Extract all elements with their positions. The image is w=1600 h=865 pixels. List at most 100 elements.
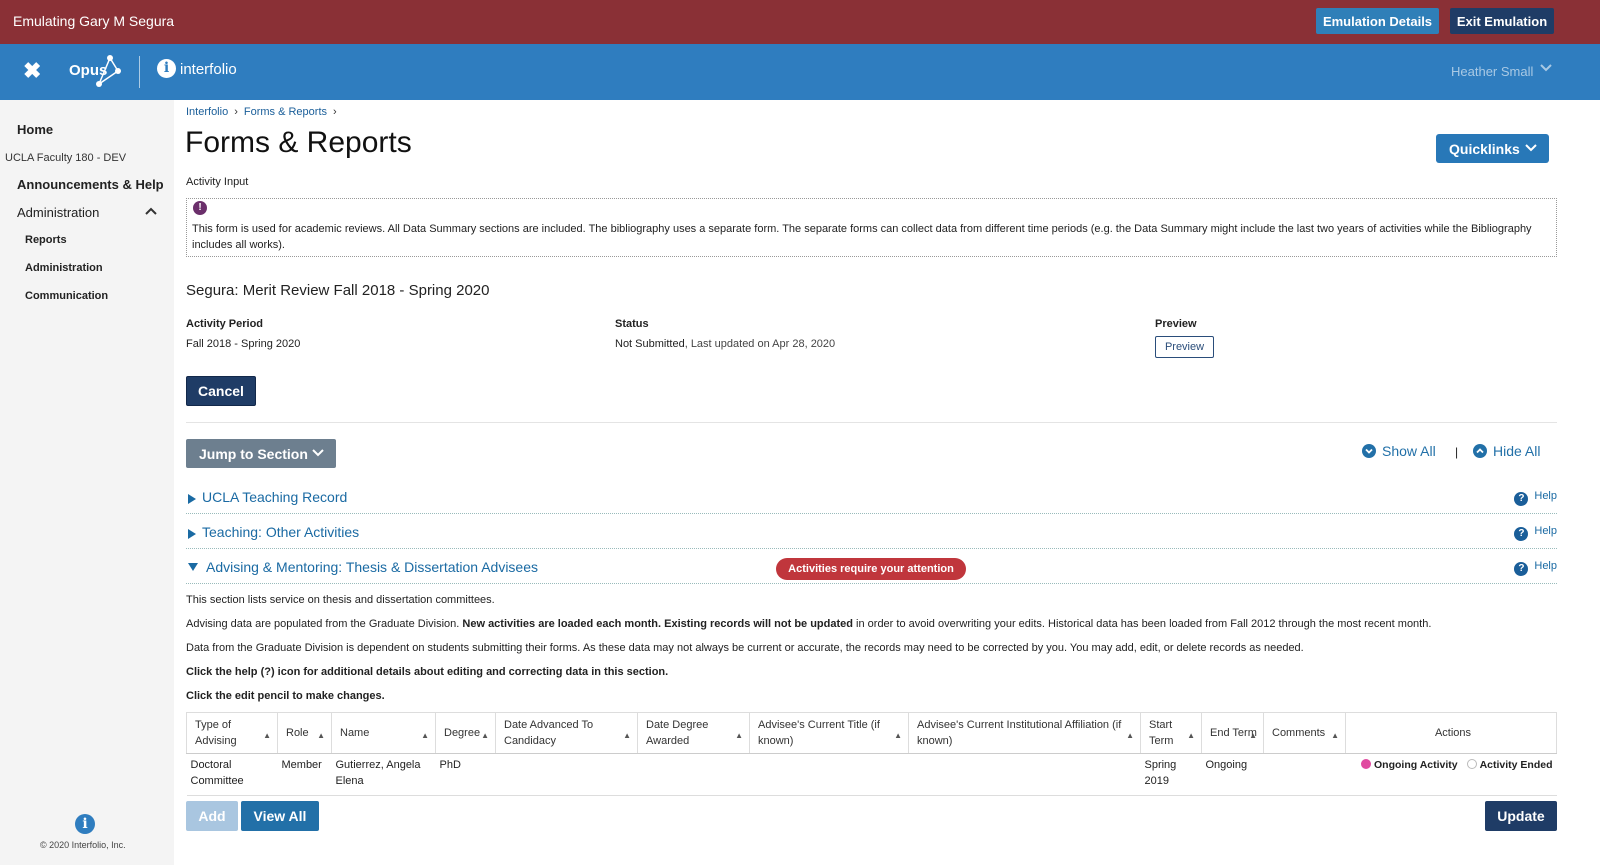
column-header-comments[interactable]: Comments ▲ bbox=[1263, 712, 1346, 754]
cell-degree: PhD bbox=[435, 753, 496, 796]
sidebar-item-administration-sub[interactable]: Administration bbox=[25, 262, 103, 274]
advising-note-a: Advising data are populated from the Gra… bbox=[186, 618, 463, 630]
info-text: This form is used for academic reviews. … bbox=[192, 223, 1532, 251]
info-box: ! This form is used for academic reviews… bbox=[186, 198, 1557, 257]
close-icon[interactable]: ✖ bbox=[23, 60, 41, 82]
column-header-affiliation[interactable]: Advisee's Current Institutional Affiliat… bbox=[908, 712, 1141, 754]
chevron-down-icon bbox=[1525, 144, 1537, 152]
help-icon: ? bbox=[1514, 492, 1529, 506]
column-header-start[interactable]: Start Term ▲ bbox=[1140, 712, 1202, 754]
activity-ended-label: Activity Ended bbox=[1479, 759, 1553, 771]
section-title[interactable]: Teaching: Other Activities bbox=[202, 524, 359, 540]
emulation-bar: Emulating Gary M Segura Emulation Detail… bbox=[0, 0, 1600, 44]
sort-icon: ▲ bbox=[735, 731, 743, 740]
activity-period-label: Activity Period bbox=[186, 318, 264, 330]
view-all-button[interactable]: View All bbox=[241, 801, 319, 831]
cell-actions: Ongoing Activity Activity Ended bbox=[1345, 753, 1557, 796]
column-header-title[interactable]: Advisee's Current Title (if known) ▲ bbox=[749, 712, 909, 754]
cell-name: Gutierrez, Angela Elena bbox=[331, 753, 436, 796]
help-link[interactable]: ? Help bbox=[1514, 490, 1557, 506]
advising-note-b: New activities are loaded each month. Ex… bbox=[462, 618, 853, 630]
help-label: Help bbox=[1534, 560, 1557, 572]
advisees-table: Type of Advising ▲ Role ▲ Name ▲ Degree ▲ Da… bbox=[186, 712, 1557, 796]
sort-icon: ▲ bbox=[1331, 731, 1339, 740]
header-label: Start Term bbox=[1149, 719, 1174, 747]
hide-all-link[interactable]: Hide All bbox=[1473, 443, 1540, 459]
column-header-candidacy[interactable]: Date Advanced To Candidacy ▲ bbox=[495, 712, 638, 754]
cell-candidacy bbox=[495, 753, 638, 796]
copyright: © 2020 Interfolio, Inc. bbox=[40, 840, 126, 850]
quicklinks-button[interactable]: Quicklinks bbox=[1436, 134, 1549, 163]
interfolio-logo-icon: i bbox=[157, 59, 176, 78]
status-label: Status bbox=[615, 318, 649, 330]
sidebar-item-communication[interactable]: Communication bbox=[25, 290, 108, 302]
section-help-note: Click the help (?) icon for additional d… bbox=[186, 666, 669, 678]
interfolio-logo-text[interactable]: interfolio bbox=[180, 61, 237, 78]
emulation-details-button[interactable]: Emulation Details bbox=[1316, 8, 1439, 34]
jump-to-section-button[interactable]: Jump to Section bbox=[186, 439, 336, 468]
top-nav-bar: ✖ Opus i interfolio Heather Small bbox=[0, 44, 1600, 100]
info-icon[interactable]: i bbox=[75, 814, 95, 834]
table-row[interactable]: Doctoral Committee Member Gutierrez, Ang… bbox=[186, 753, 1557, 796]
ongoing-activity-label: Ongoing Activity bbox=[1374, 759, 1458, 771]
column-header-end[interactable]: End Term ▲ bbox=[1201, 712, 1264, 754]
chevron-down-circle-icon bbox=[1362, 444, 1376, 458]
quicklinks-label: Quicklinks bbox=[1449, 140, 1520, 157]
section-title[interactable]: Advising & Mentoring: Thesis & Dissertat… bbox=[206, 559, 538, 575]
status-value-group: Not Submitted, Last updated on Apr 28, 2… bbox=[615, 338, 835, 350]
user-menu[interactable]: Heather Small bbox=[1451, 64, 1533, 79]
cell-comments bbox=[1263, 753, 1346, 796]
ongoing-activity-radio[interactable]: Ongoing Activity bbox=[1361, 759, 1458, 771]
sidebar-item-home[interactable]: Home bbox=[17, 122, 53, 137]
column-header-name[interactable]: Name ▲ bbox=[331, 712, 436, 754]
sidebar-item-announcements[interactable]: Announcements & Help bbox=[17, 177, 164, 192]
column-header-type[interactable]: Type of Advising ▲ bbox=[186, 712, 278, 754]
section-title[interactable]: UCLA Teaching Record bbox=[202, 489, 347, 505]
chevron-up-icon[interactable] bbox=[144, 206, 158, 216]
column-header-awarded[interactable]: Date Degree Awarded ▲ bbox=[637, 712, 750, 754]
section-teaching-other-activities[interactable]: Teaching: Other Activities ? Help bbox=[186, 519, 1557, 549]
sort-icon: ▲ bbox=[1187, 731, 1195, 740]
opus-logo-icon bbox=[96, 55, 121, 87]
separator-pipe: | bbox=[1455, 445, 1459, 459]
column-header-degree[interactable]: Degree ▲ bbox=[435, 712, 496, 754]
section-ucla-teaching-record[interactable]: UCLA Teaching Record ? Help bbox=[186, 484, 1557, 514]
sidebar-item-reports[interactable]: Reports bbox=[25, 234, 67, 246]
cancel-button[interactable]: Cancel bbox=[186, 376, 256, 406]
status-updated: , Last updated on Apr 28, 2020 bbox=[684, 338, 836, 350]
cell-affiliation bbox=[908, 753, 1141, 796]
update-button[interactable]: Update bbox=[1485, 801, 1557, 831]
header-label: Type of Advising bbox=[195, 719, 237, 747]
header-label: Date Degree Awarded bbox=[646, 719, 709, 747]
caret-down-icon bbox=[188, 563, 198, 571]
table-header-row: Type of Advising ▲ Role ▲ Name ▲ Degree ▲ Da… bbox=[186, 712, 1557, 754]
breadcrumb-forms-reports[interactable]: Forms & Reports bbox=[244, 106, 327, 118]
hide-all-label: Hide All bbox=[1493, 443, 1541, 459]
activity-ended-radio[interactable]: Activity Ended bbox=[1466, 759, 1553, 771]
sort-icon: ▲ bbox=[481, 731, 489, 740]
show-all-link[interactable]: Show All bbox=[1362, 443, 1436, 459]
chevron-down-icon[interactable] bbox=[1540, 63, 1552, 73]
help-link[interactable]: ? Help bbox=[1514, 560, 1557, 576]
preview-button[interactable]: Preview bbox=[1155, 336, 1214, 358]
exit-emulation-button[interactable]: Exit Emulation bbox=[1450, 8, 1554, 34]
alert-icon: ! bbox=[193, 201, 207, 215]
section-edit-note: Click the edit pencil to make changes. bbox=[186, 690, 385, 702]
activity-period-value: Fall 2018 - Spring 2020 bbox=[186, 338, 301, 350]
activity-input-label: Activity Input bbox=[186, 176, 249, 188]
help-link[interactable]: ? Help bbox=[1514, 525, 1557, 541]
help-icon: ? bbox=[1514, 527, 1529, 541]
chevron-up-circle-icon bbox=[1473, 444, 1487, 458]
column-header-actions: Actions bbox=[1345, 712, 1557, 754]
preview-label: Preview bbox=[1155, 318, 1197, 330]
sidebar-item-administration[interactable]: Administration bbox=[17, 205, 99, 220]
cell-title bbox=[749, 753, 909, 796]
column-header-role[interactable]: Role ▲ bbox=[277, 712, 332, 754]
advising-note-c: in order to avoid overwriting your edits… bbox=[852, 618, 1432, 630]
breadcrumb: Interfolio › Forms & Reports › bbox=[186, 106, 343, 118]
header-label: Degree bbox=[444, 727, 481, 739]
add-button[interactable]: Add bbox=[186, 801, 238, 831]
breadcrumb-interfolio[interactable]: Interfolio bbox=[186, 106, 228, 118]
help-icon: ? bbox=[1514, 562, 1529, 576]
header-label: Comments bbox=[1272, 727, 1326, 739]
